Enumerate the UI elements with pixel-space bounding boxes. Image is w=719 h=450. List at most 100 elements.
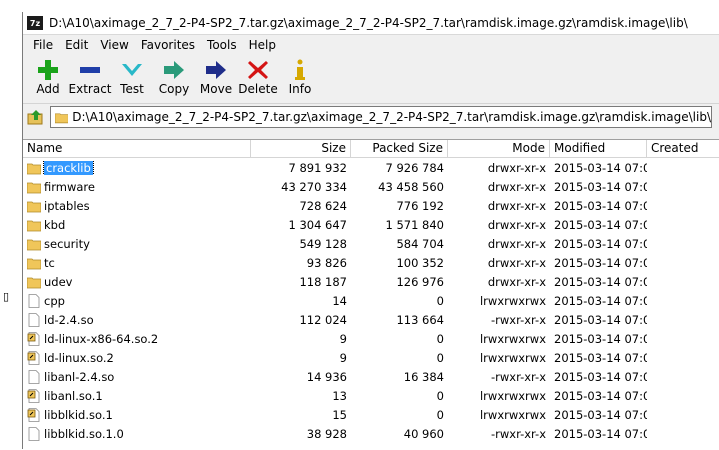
cell-modified: 2015-03-14 07:02 — [554, 236, 647, 251]
column-size[interactable]: Size — [251, 140, 351, 157]
file-name: cpp — [44, 293, 65, 308]
column-mode[interactable]: Mode — [448, 140, 550, 157]
table-row[interactable]: libanl-2.4.so 14 936 16 384 -rwxr-xr-x 2015-… — [23, 367, 719, 386]
cell-size: 9 — [339, 350, 347, 365]
window-title: D:\A10\aximage_2_7_2-P4-SP2_7.tar.gz\axi… — [49, 16, 688, 30]
cell-mode: drwxr-xr-x — [487, 274, 546, 289]
cell-size: 43 270 334 — [281, 179, 347, 194]
menu-view[interactable]: View — [94, 38, 134, 52]
cell-packed-size: 0 — [436, 350, 444, 365]
plus-icon — [38, 60, 58, 80]
column-modified[interactable]: Modified — [550, 140, 647, 157]
cell-modified: 2015-03-14 07:04 — [554, 293, 647, 308]
file-name: security — [44, 236, 90, 251]
cell-packed-size: 0 — [436, 331, 444, 346]
table-row[interactable]: cpp 14 0 lrwxrwxrwx 2015-03-14 07:04 — [23, 291, 719, 310]
copy-button-label: Copy — [158, 82, 190, 96]
extract-button[interactable]: Extract — [69, 55, 112, 96]
address-field[interactable]: D:\A10\aximage_2_7_2-P4-SP2_7.tar.gz\axi… — [50, 106, 712, 128]
file-name: udev — [44, 274, 73, 289]
column-name[interactable]: Name — [23, 140, 251, 157]
cell-modified: 2015-03-14 07:04 — [554, 407, 647, 422]
table-row[interactable]: libanl.so.1 13 0 lrwxrwxrwx 2015-03-14 07:04 — [23, 386, 719, 405]
test-button-label: Test — [120, 82, 144, 96]
file-name: ld-linux-x86-64.so.2 — [44, 331, 159, 346]
x-icon — [248, 61, 268, 79]
file-name: libanl.so.1 — [44, 388, 103, 403]
cell-packed-size: 16 384 — [403, 369, 444, 384]
menu-help[interactable]: Help — [243, 38, 282, 52]
cell-size: 118 187 — [299, 274, 347, 289]
file-icon — [28, 293, 40, 308]
cell-name: ld-linux.so.2 — [23, 351, 251, 365]
menu-favorites[interactable]: Favorites — [135, 38, 201, 52]
delete-button[interactable]: Delete — [237, 55, 279, 96]
cell-mode: drwxr-xr-x — [487, 179, 546, 194]
info-button[interactable]: Info — [279, 55, 321, 96]
menu-bar: File Edit View Favorites Tools Help — [23, 35, 719, 55]
move-button[interactable]: Move — [195, 55, 237, 96]
menu-edit[interactable]: Edit — [59, 38, 94, 52]
copy-button[interactable]: Copy — [153, 55, 195, 96]
copy-arrow-icon — [164, 61, 184, 79]
table-row[interactable]: cracklib 7 891 932 7 926 784 drwxr-xr-x 2015… — [23, 158, 719, 177]
table-row[interactable]: security 549 128 584 704 drwxr-xr-x 2015-03-… — [23, 234, 719, 253]
folder-icon — [27, 163, 41, 174]
cell-packed-size: 0 — [436, 388, 444, 403]
table-row[interactable]: udev 118 187 126 976 drwxr-xr-x 2015-03-14 0… — [23, 272, 719, 291]
file-name: libanl-2.4.so — [44, 369, 115, 384]
folder-icon — [27, 182, 41, 193]
table-row[interactable]: libblkid.so.1.0 38 928 40 960 -rwxr-xr-x 201… — [23, 424, 719, 443]
table-row[interactable]: iptables 728 624 776 192 drwxr-xr-x 2015-03-… — [23, 196, 719, 215]
link-file-icon — [27, 388, 40, 403]
up-arrow-icon — [27, 110, 43, 125]
link-file-icon — [27, 331, 40, 346]
cell-modified: 2015-03-14 07:02 — [554, 312, 647, 327]
cell-mode: drwxr-xr-x — [487, 160, 546, 175]
folder-icon — [27, 239, 41, 250]
folder-icon — [27, 258, 41, 269]
column-packed-size[interactable]: Packed Size — [351, 140, 448, 157]
column-created[interactable]: Created — [647, 140, 719, 157]
cell-name: libanl-2.4.so — [23, 370, 251, 384]
cell-modified: 2015-03-14 07:04 — [554, 331, 647, 346]
link-file-icon — [27, 407, 40, 422]
sevenzip-window: 7z D:\A10\aximage_2_7_2-P4-SP2_7.tar.gz\… — [22, 12, 719, 450]
address-bar: D:\A10\aximage_2_7_2-P4-SP2_7.tar.gz\axi… — [23, 104, 719, 130]
cell-packed-size: 113 664 — [396, 312, 444, 327]
table-row[interactable]: ld-linux.so.2 9 0 lrwxrwxrwx 2015-03-14 07:0… — [23, 348, 719, 367]
cell-modified: 2015-03-14 07:04 — [554, 388, 647, 403]
cell-name: libblkid.so.1.0 — [23, 427, 251, 441]
cell-size: 112 024 — [299, 312, 347, 327]
table-row[interactable]: firmware 43 270 334 43 458 560 drwxr-xr-x 20… — [23, 177, 719, 196]
cell-name: ld-2.4.so — [23, 313, 251, 327]
menu-file[interactable]: File — [27, 38, 59, 52]
add-button-label: Add — [36, 82, 60, 96]
cell-size: 15 — [332, 407, 347, 422]
cell-mode: drwxr-xr-x — [487, 236, 546, 251]
cell-mode: lrwxrwxrwx — [479, 407, 546, 422]
menu-tools[interactable]: Tools — [201, 38, 243, 52]
up-folder-button[interactable] — [26, 107, 46, 127]
file-icon — [28, 369, 40, 384]
test-button[interactable]: Test — [111, 55, 153, 96]
table-row[interactable]: ld-2.4.so 112 024 113 664 -rwxr-xr-x 2015-03… — [23, 310, 719, 329]
add-button[interactable]: Add — [27, 55, 69, 96]
check-icon — [122, 64, 142, 76]
cell-mode: -rwxr-xr-x — [491, 369, 546, 384]
cell-modified: 2015-03-14 07:01 — [554, 198, 647, 213]
background-window-edge: ▯ — [0, 0, 22, 449]
file-name: iptables — [44, 198, 90, 213]
table-row[interactable]: tc 93 826 100 352 drwxr-xr-x 2015-03-14 07:0… — [23, 253, 719, 272]
table-row[interactable]: kbd 1 304 647 1 571 840 drwxr-xr-x 2015-03-1… — [23, 215, 719, 234]
file-name: ld-2.4.so — [44, 312, 94, 327]
table-row[interactable]: ld-linux-x86-64.so.2 9 0 lrwxrwxrwx 2015-03-… — [23, 329, 719, 348]
cell-size: 14 936 — [306, 369, 347, 384]
title-bar[interactable]: 7z D:\A10\aximage_2_7_2-P4-SP2_7.tar.gz\… — [23, 12, 719, 35]
move-button-label: Move — [199, 82, 233, 96]
table-row[interactable]: libblkid.so.1 15 0 lrwxrwxrwx 2015-03-14 07:… — [23, 405, 719, 424]
cell-packed-size: 100 352 — [396, 255, 444, 270]
file-name: libblkid.so.1.0 — [44, 426, 124, 441]
cell-mode: drwxr-xr-x — [487, 255, 546, 270]
cell-mode: -rwxr-xr-x — [491, 426, 546, 441]
